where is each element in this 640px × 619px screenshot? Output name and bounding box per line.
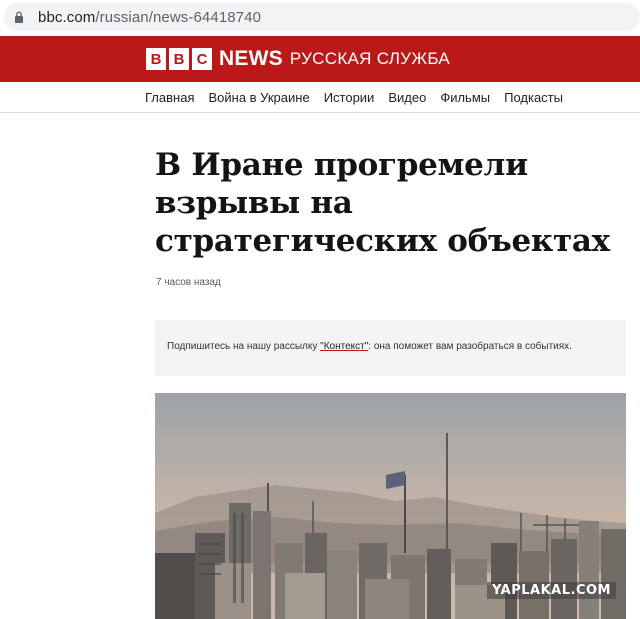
nav-item-war-in-ukraine[interactable]: Война в Украине [208, 90, 309, 105]
bbc-logo-block: B [169, 48, 189, 70]
bbc-logo-block: C [192, 48, 212, 70]
promo-text: Подпишитесь на нашу рассылку "Контекст":… [167, 341, 572, 352]
url-text[interactable]: bbc.com/russian/news-64418740 [38, 9, 261, 26]
article-headline: В Иране прогремели взрывы на стратегичес… [155, 147, 610, 259]
promo-text-before: Подпишитесь на нашу рассылку [167, 341, 321, 352]
article-timestamp: 7 часов назад [156, 277, 221, 288]
lock-icon[interactable] [14, 11, 24, 23]
url-path: /russian/news-64418740 [95, 9, 262, 26]
nav-item-podcasts[interactable]: Подкасты [504, 90, 563, 105]
main-navigation: Главная Война в Украине Истории Видео Фи… [0, 82, 640, 113]
article-photo: YAPLAKAL.COM [155, 393, 626, 619]
news-wordmark: NEWS [219, 47, 283, 70]
bbc-news-logo[interactable]: B B C NEWS РУССКАЯ СЛУЖБА [146, 47, 451, 70]
address-bar: bbc.com/russian/news-64418740 [0, 0, 640, 34]
nav-item-video[interactable]: Видео [388, 90, 426, 105]
newsletter-promo: Подпишитесь на нашу рассылку "Контекст":… [155, 320, 626, 376]
url-field[interactable]: bbc.com/russian/news-64418740 [4, 3, 640, 31]
nav-item-home[interactable]: Главная [145, 90, 194, 105]
promo-text-after: : она поможет вам разобраться в событиях… [368, 341, 572, 352]
bbc-logo-block: B [146, 48, 166, 70]
nav-list: Главная Война в Украине Истории Видео Фи… [145, 90, 577, 105]
nav-item-films[interactable]: Фильмы [440, 90, 490, 105]
nav-item-stories[interactable]: Истории [324, 90, 375, 105]
newsletter-link[interactable]: "Контекст" [320, 341, 368, 352]
site-header: B B C NEWS РУССКАЯ СЛУЖБА [0, 36, 640, 82]
watermark-label: YAPLAKAL.COM [487, 582, 616, 599]
service-name: РУССКАЯ СЛУЖБА [289, 49, 451, 68]
url-host: bbc.com [38, 9, 96, 26]
